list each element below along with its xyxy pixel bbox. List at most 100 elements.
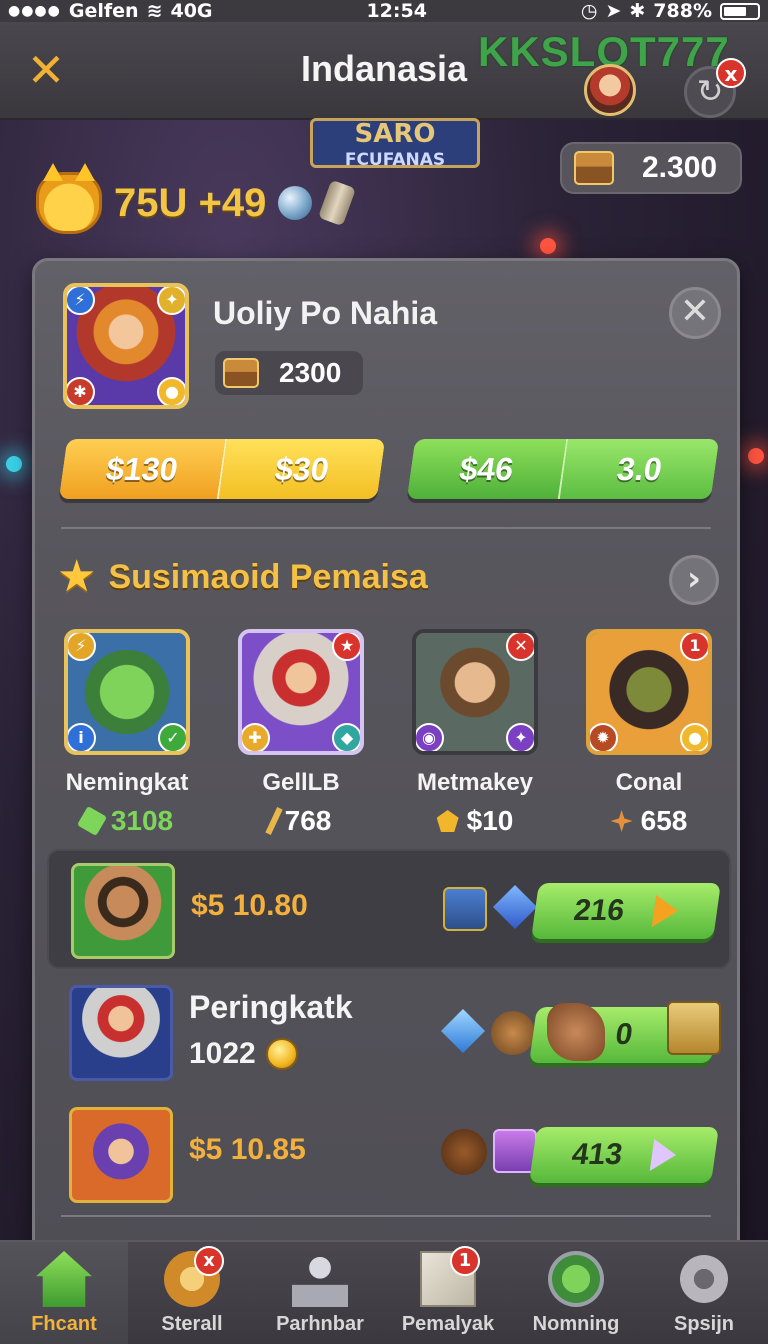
hero-item[interactable]: ⚡ i ✓ Nemingkat 3108 (47, 629, 207, 837)
featured-hero-card[interactable]: ⚡ ✦ ✱ ● (63, 283, 189, 409)
potion-badge-icon: ✦ (506, 723, 534, 751)
sword-icon (265, 807, 283, 835)
hero-item[interactable]: ★ ✚ ◆ GellLB 768 (221, 629, 381, 837)
info-badge-icon: i (68, 723, 96, 751)
offer-row[interactable]: $5 10.85 413 (47, 1095, 731, 1215)
cat-mascot-icon (36, 163, 102, 234)
chest-value: 2300 (279, 357, 342, 388)
offer-buy-button[interactable]: 216 (531, 883, 721, 939)
nav-label: Sterall (161, 1313, 223, 1335)
nav-label: Parhnbar (276, 1313, 364, 1335)
nav-item-battle[interactable]: Nomning (512, 1242, 640, 1344)
settings-gear-icon (676, 1251, 732, 1307)
coin-badge-icon: ● (680, 723, 708, 751)
player-avatar[interactable] (584, 64, 636, 116)
element-badge: ✦ (157, 287, 185, 315)
close-button[interactable]: ✕ (22, 46, 70, 94)
acorn-icon (491, 1011, 535, 1055)
hero-name: GellLB (262, 769, 340, 796)
nav-item-home[interactable]: Fhcant (0, 1242, 128, 1344)
bluetooth-icon: ✱ (629, 0, 646, 22)
gem-icon (76, 805, 107, 837)
green-price-secondary: 3.0 (557, 439, 720, 499)
nav-item-store[interactable]: x Sterall (128, 1242, 256, 1344)
spark-icon (610, 810, 633, 832)
hero-card[interactable]: ✕ ◉ ✦ (412, 629, 538, 755)
meat-icon (441, 1129, 487, 1175)
offer-sub-value: 1022 (189, 1037, 256, 1070)
rarity-badge: ⚡ (67, 287, 95, 315)
hero-card[interactable]: ⚡ i ✓ (64, 629, 190, 755)
hero-stat-value: 3108 (110, 805, 174, 836)
bottom-nav: Fhcant x Sterall Parhnbar 1 Pemalyak Nom… (0, 1240, 768, 1344)
nav-label: Fhcant (31, 1313, 97, 1335)
coin-badge: ● (157, 377, 185, 405)
class-badge: ✱ (67, 377, 95, 405)
app-header: ✕ Indanasia KKSLOT777 ↻ x (0, 22, 768, 120)
status-time: 12:54 (366, 0, 427, 22)
offer-row[interactable]: $5 10.80 216 (47, 849, 731, 969)
hero-stat: 658 (569, 805, 729, 837)
hero-item[interactable]: 1 ✹ ● Conal 658 (569, 629, 729, 837)
status-bar: ●●●● Gelfen ≋ 40G 12:54 ◷ ➤ ✱ 788% (0, 0, 768, 22)
hero-card[interactable]: 1 ✹ ● (586, 629, 712, 755)
section-header: ★ Susimaoid Pemaisa (57, 555, 428, 599)
lamp-icon (6, 456, 22, 472)
nav-item-mail[interactable]: 1 Pemalyak (384, 1242, 512, 1344)
featured-hero-name: Uoliy Po Nahia (213, 295, 438, 331)
currency-pill[interactable]: 2.300 (560, 142, 742, 194)
offer-price: $5 10.80 (191, 889, 308, 922)
star-icon: ★ (57, 551, 97, 602)
fire-badge-icon: ✹ (590, 723, 618, 751)
scene-banner-title: SARO (354, 119, 436, 149)
featured-hero-chest: 2300 (215, 351, 363, 395)
treasure-chest-icon (223, 358, 259, 388)
gold-price-primary: $130 (58, 439, 226, 499)
wifi-icon: ≋ (146, 0, 163, 22)
level-row: 75U +49 (36, 163, 357, 234)
nav-label: Nomning (532, 1313, 620, 1335)
offer-thumbnail (71, 863, 175, 959)
meat-icon (547, 1003, 605, 1061)
nav-label: Pemalyak (401, 1313, 495, 1335)
lamp-icon (540, 238, 556, 254)
offer-row[interactable]: Peringkatk 1022 0 (47, 973, 731, 1093)
notification-badge: x (716, 58, 746, 88)
offer-price: $5 10.85 (189, 1133, 306, 1166)
hero-stat: $10 (395, 805, 555, 837)
divider (61, 527, 711, 529)
carrier-name: Gelfen (68, 0, 139, 22)
offer-button-value: 216 (571, 894, 627, 927)
sword-icon (548, 1251, 604, 1307)
close-panel-button[interactable]: ✕ (669, 287, 721, 339)
network-type: 40G (170, 0, 213, 22)
offer-thumbnail (69, 985, 173, 1081)
lightning-badge-icon: ⚡ (68, 633, 96, 661)
scroll-icon (318, 179, 357, 227)
play-icon (651, 895, 681, 927)
home-icon (36, 1251, 92, 1307)
buy-gold-button[interactable]: $130 $30 (58, 439, 386, 499)
hero-item[interactable]: ✕ ◉ ✦ Metmakey $10 (395, 629, 555, 837)
divider (61, 1215, 711, 1217)
green-price-primary: $46 (406, 439, 567, 499)
nav-badge: 1 (450, 1246, 480, 1276)
nav-item-settings[interactable]: Spsijn (640, 1242, 768, 1344)
buy-green-button[interactable]: $46 3.0 (406, 439, 720, 499)
battery-icon (720, 2, 760, 20)
battery-percent: 788% (653, 0, 712, 22)
offer-buy-button[interactable]: 413 (529, 1127, 719, 1183)
shield-badge-icon: ✚ (242, 723, 270, 751)
check-badge-icon: ✓ (158, 723, 186, 751)
treasure-chest-icon (574, 151, 614, 185)
water-badge-icon: ◆ (332, 723, 360, 751)
scene-banner: SARO FCUFANAS (310, 118, 480, 170)
hero-card[interactable]: ★ ✚ ◆ (238, 629, 364, 755)
offer-sub: 1022 (189, 1037, 298, 1071)
joystick-icon (292, 1251, 348, 1307)
hero-stat: 768 (221, 805, 381, 837)
nav-item-play[interactable]: Parhnbar (256, 1242, 384, 1344)
scroll-stack-icon (667, 1001, 721, 1055)
hero-name: Conal (615, 769, 683, 796)
section-next-button[interactable]: › (669, 555, 719, 605)
